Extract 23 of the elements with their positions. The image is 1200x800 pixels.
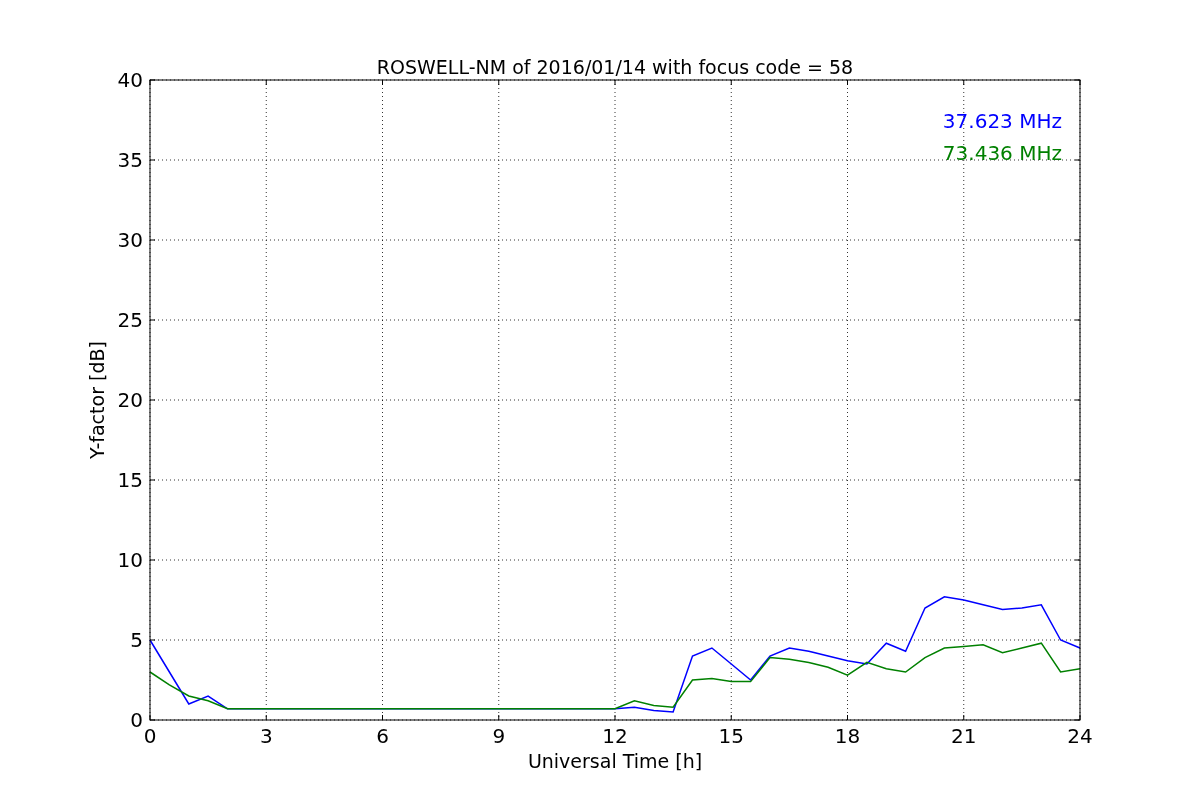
x-tick-label: 0 <box>143 724 157 748</box>
y-tick-label: 35 <box>117 148 143 172</box>
y-tick-label: 25 <box>117 308 143 332</box>
x-tick-label: 24 <box>1067 724 1093 748</box>
legend-label: 73.436 MHz <box>942 141 1062 165</box>
chart-title: ROSWELL-NM of 2016/01/14 with focus code = 58 <box>376 56 854 78</box>
x-tick-label: 21 <box>951 724 977 748</box>
x-tick-label: 15 <box>718 724 744 748</box>
y-tick-label: 10 <box>117 548 143 572</box>
x-axis-label: Universal Time [h] <box>527 750 703 772</box>
y-tick-label: 40 <box>117 68 143 92</box>
y-tick-label: 30 <box>117 228 143 252</box>
x-tick-label: 9 <box>492 724 506 748</box>
legend-label: 37.623 MHz <box>942 109 1062 133</box>
y-axis-label: Y-factor [dB] <box>86 341 108 459</box>
x-tick-label: 18 <box>834 724 861 748</box>
y-tick-label: 20 <box>117 388 143 412</box>
y-tick-label: 0 <box>130 708 143 732</box>
y-tick-label: 5 <box>130 628 143 652</box>
x-tick-label: 12 <box>602 724 628 748</box>
x-tick-label: 6 <box>376 724 389 748</box>
x-tick-label: 3 <box>259 724 273 748</box>
y-tick-label: 15 <box>117 468 143 492</box>
